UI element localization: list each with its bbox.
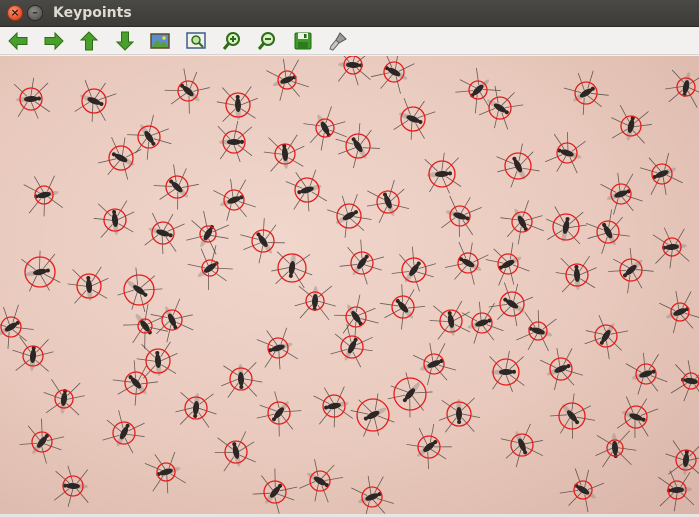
mosquito-image bbox=[0, 56, 699, 514]
toolbar bbox=[0, 27, 699, 55]
zoom-image-button[interactable] bbox=[148, 29, 172, 53]
image-icon bbox=[150, 32, 171, 49]
zoom-region-icon bbox=[186, 31, 206, 49]
keypoint-image[interactable] bbox=[0, 56, 699, 514]
zoom-out-icon bbox=[258, 31, 276, 50]
pan-down-button[interactable] bbox=[113, 29, 137, 53]
properties-button[interactable] bbox=[326, 29, 350, 53]
zoom-in-button[interactable] bbox=[220, 29, 244, 53]
minimize-window-button[interactable]: – bbox=[27, 5, 43, 21]
pan-up-button[interactable] bbox=[77, 29, 101, 53]
zoom-fit-button[interactable] bbox=[184, 29, 208, 53]
pan-right-button[interactable] bbox=[42, 29, 66, 53]
arrow-right-icon bbox=[44, 31, 64, 50]
title-bar[interactable]: × – Keypoints bbox=[0, 0, 699, 27]
close-window-button[interactable]: × bbox=[7, 5, 23, 21]
save-button[interactable] bbox=[291, 29, 315, 53]
window-title: Keypoints bbox=[53, 5, 132, 21]
arrow-down-icon bbox=[115, 31, 134, 51]
opencv-window: × – Keypoints bbox=[0, 0, 699, 517]
mosquito-bodies bbox=[0, 56, 699, 514]
pan-left-button[interactable] bbox=[6, 29, 30, 53]
arrow-up-icon bbox=[79, 30, 99, 50]
zoom-out-button[interactable] bbox=[255, 29, 279, 53]
floppy-disk-icon bbox=[294, 32, 312, 49]
zoom-in-icon bbox=[222, 31, 240, 50]
brush-icon bbox=[329, 31, 348, 51]
arrow-left-icon bbox=[8, 31, 28, 50]
